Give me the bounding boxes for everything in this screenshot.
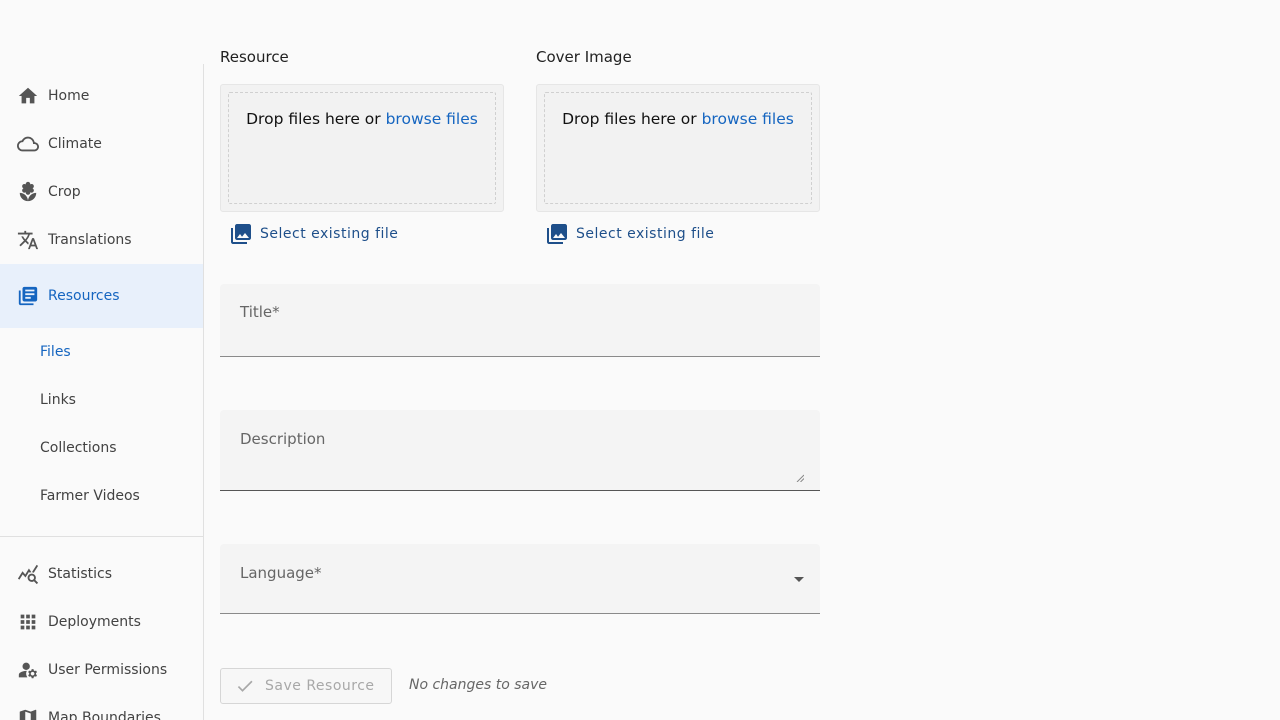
cover-image-dropzone[interactable]: Drop files here or browse files [536,84,820,212]
sidebar-item-user-permissions[interactable]: User Permissions [0,646,203,694]
drop-text: Drop files here or [246,110,386,128]
sidebar-item-translations[interactable]: Translations [0,216,203,264]
sidebar-subitem-label: Collections [40,440,117,456]
sidebar-item-label: User Permissions [48,662,168,678]
sidebar-item-map-boundaries[interactable]: Map Boundaries [0,694,203,720]
cover-image-label: Cover Image [536,48,632,66]
sidebar-subitem-files[interactable]: Files [0,328,203,376]
save-status-text: No changes to save [409,677,548,693]
sidebar: Home Climate Crop Translations Resources… [0,64,204,720]
resource-dropzone[interactable]: Drop files here or browse files [220,84,504,212]
library-icon [16,284,40,308]
resize-handle-icon[interactable] [796,474,804,482]
dropzone-border [544,92,812,204]
language-select-label: Language* [240,564,322,582]
photo-library-icon [231,224,251,244]
browse-files-link[interactable]: browse files [386,110,478,128]
resource-label: Resource [220,48,289,66]
sidebar-item-deployments[interactable]: Deployments [0,598,203,646]
sidebar-item-label: Resources [48,288,120,304]
cover-select-existing-button[interactable]: Select existing file [544,222,714,246]
sprout-icon [16,180,40,204]
translate-icon [16,228,40,252]
description-field[interactable]: Description [220,410,820,491]
home-icon [16,84,40,108]
save-button-label: Save Resource [265,678,375,694]
sidebar-item-climate[interactable]: Climate [0,120,203,168]
apps-grid-icon [16,610,40,634]
resource-select-existing-button[interactable]: Select existing file [228,222,398,246]
sidebar-item-statistics[interactable]: Statistics [0,550,203,598]
sidebar-item-label: Translations [48,232,132,248]
dropdown-arrow-icon [794,577,804,582]
select-existing-label: Select existing file [576,226,715,242]
sidebar-item-label: Climate [48,136,102,152]
description-field-label: Description [240,430,326,448]
sidebar-subitem-label: Links [40,392,76,408]
sidebar-subitem-farmer-videos[interactable]: Farmer Videos [0,472,203,520]
save-resource-button[interactable]: Save Resource [220,668,392,704]
dropzone-text: Drop files here or browse files [537,110,819,128]
drop-text: Drop files here or [562,110,702,128]
sidebar-subitem-label: Files [40,344,71,360]
cloud-icon [16,132,40,156]
sidebar-subitem-collections[interactable]: Collections [0,424,203,472]
select-existing-label: Select existing file [260,226,399,242]
title-field-label: Title* [240,303,280,321]
title-field[interactable]: Title* [220,284,820,357]
sidebar-item-label: Crop [48,184,81,200]
check-icon [237,680,253,692]
sidebar-subitem-label: Farmer Videos [40,488,140,504]
sidebar-item-label: Deployments [48,614,141,630]
sidebar-item-label: Home [48,88,90,104]
browse-files-link[interactable]: browse files [702,110,794,128]
sidebar-item-label: Map Boundaries [48,710,161,720]
sidebar-item-label: Statistics [48,566,112,582]
query-stats-icon [16,562,40,586]
sidebar-item-home[interactable]: Home [0,72,203,120]
sidebar-item-resources[interactable]: Resources [0,264,203,328]
map-icon [16,706,40,720]
sidebar-subitem-links[interactable]: Links [0,376,203,424]
photo-library-icon [547,224,567,244]
language-select[interactable]: Language* [220,544,820,614]
sidebar-item-crop[interactable]: Crop [0,168,203,216]
sidebar-divider [0,536,203,537]
manage-accounts-icon [16,658,40,682]
dropzone-text: Drop files here or browse files [221,110,503,128]
dropzone-border [228,92,496,204]
